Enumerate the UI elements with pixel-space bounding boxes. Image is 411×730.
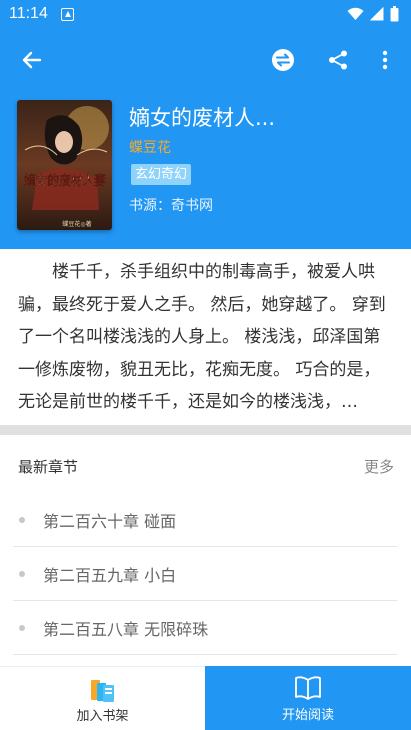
section-divider [0,425,411,435]
chapter-label: 第二百六十章 碰面 [43,512,177,531]
share-icon [329,50,347,70]
bottom-action-bar: 加入书架 开始阅读 [0,666,411,730]
book-source[interactable]: 书源：奇书网 [129,195,213,215]
notification-icon [61,8,74,21]
genre-tag: 玄幻奇幻 [131,164,192,185]
cover-title-text: 嫡女的废材人妻 [24,173,106,189]
system-icons [347,6,399,22]
battery-icon [390,6,399,22]
start-reading-label: 开始阅读 [281,708,334,723]
cover-author-text: 蝶豆花◎著 [62,220,91,228]
share-button[interactable] [314,36,362,84]
more-chapters-link[interactable]: 更多 [364,456,394,477]
chapter-item[interactable]: 第二百五八章 无限碎珠 [13,602,397,655]
book-title: 嫡女的废材人... [129,106,276,130]
book-cover[interactable]: 嫡女的废材人妻 蝶豆花◎著 [17,100,112,230]
back-button[interactable] [8,36,56,84]
signal-icon [370,7,384,21]
swap-source-icon [272,49,294,71]
bookshelf-icon [90,680,114,702]
status-time: 11:14 [9,5,48,22]
bullet-dot [19,625,25,631]
book-author[interactable]: 蝶豆花 [129,137,171,157]
latest-chapters-header: 最新章节 更多 [0,448,411,484]
switch-source-button[interactable] [259,36,307,84]
more-options-button[interactable] [361,36,409,84]
wifi-icon [347,7,364,20]
add-to-shelf-button[interactable]: 加入书架 [0,666,205,730]
chapter-label: 第二百五九章 小白 [43,566,177,585]
chapter-item[interactable]: 第二百五九章 小白 [13,548,397,601]
add-to-shelf-label: 加入书架 [76,709,129,724]
more-vert-icon [382,50,388,70]
arrow-back-icon [22,51,42,69]
status-bar: 11:14 [0,0,411,30]
latest-chapters-title: 最新章节 [18,458,79,476]
bullet-dot [19,571,25,577]
book-intro[interactable]: 楼千千，杀手组织中的制毒高手，被爱人哄骗，最终死于爱人之手。 然后，她穿越了。 … [18,256,388,413]
toolbar [0,36,411,84]
chapter-label: 第二百五八章 无限碎珠 [43,620,209,639]
bullet-dot [19,517,25,523]
open-book-icon [295,676,321,700]
start-reading-button[interactable]: 开始阅读 [205,666,411,730]
chapter-item[interactable]: 第二百六十章 碰面 [13,494,397,547]
